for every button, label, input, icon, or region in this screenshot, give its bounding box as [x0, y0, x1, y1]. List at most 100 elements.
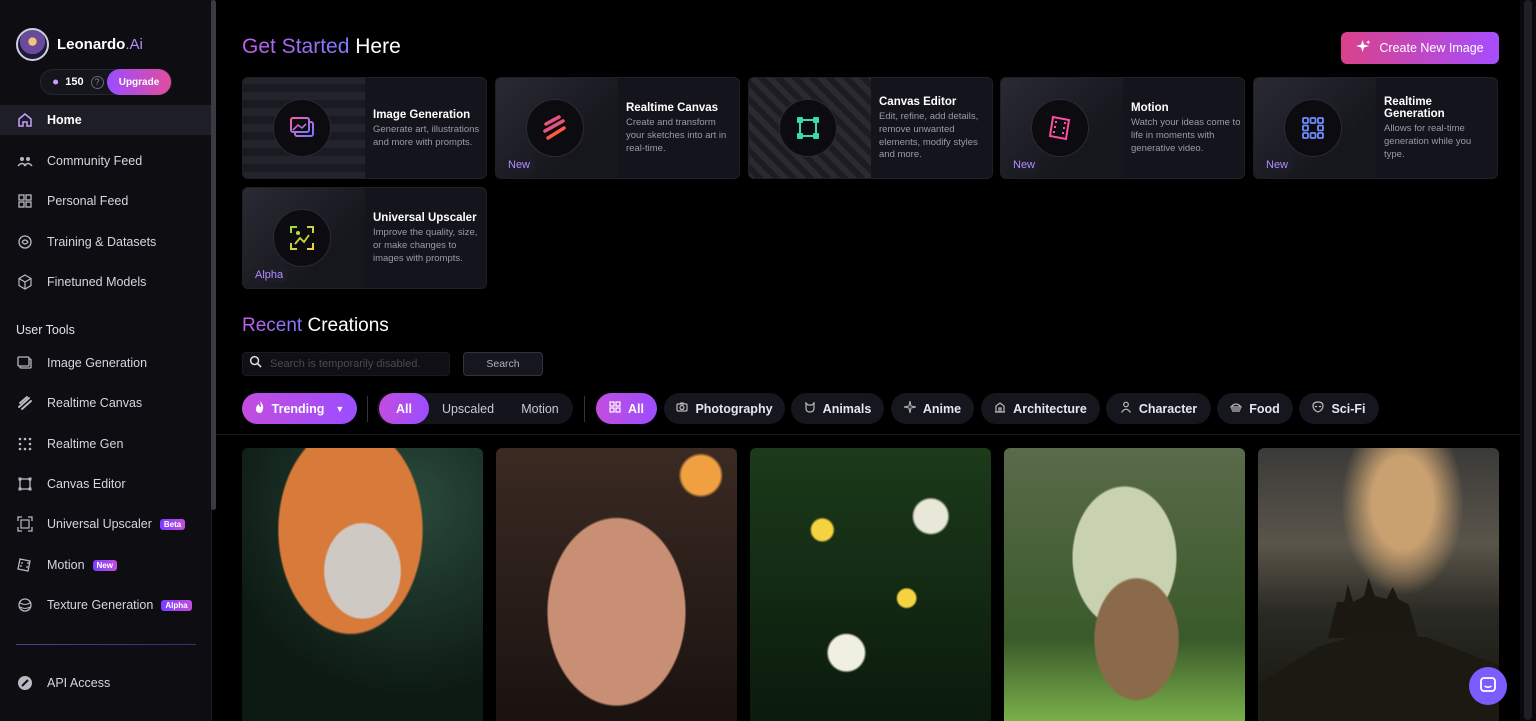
- card-description: Create and transform your sketches into …: [626, 117, 727, 154]
- sparkle-icon: [1356, 39, 1371, 57]
- feature-card-image-generation[interactable]: Image Generation Generate art, illustrat…: [242, 77, 487, 179]
- sidebar-item-texture-generation[interactable]: Texture Generation Alpha: [0, 590, 211, 620]
- type-filter-all[interactable]: All: [379, 393, 429, 424]
- grid-icon: [609, 401, 621, 416]
- upgrade-button[interactable]: Upgrade: [107, 69, 171, 95]
- hill-silhouette: [1258, 632, 1499, 721]
- grid-icon: [17, 193, 33, 209]
- card-text: Realtime Generation Allows for real-time…: [1384, 78, 1494, 178]
- category-animals[interactable]: Animals: [791, 393, 884, 424]
- sidebar-item-api-access[interactable]: API Access: [0, 668, 211, 698]
- feature-card-motion[interactable]: Motion Watch your ideas come to life in …: [1000, 77, 1245, 179]
- content-divider: [216, 434, 1536, 435]
- brand-name: Leonardo.Ai: [57, 36, 143, 53]
- sidebar-item-home[interactable]: Home: [0, 105, 211, 135]
- search-icon: [249, 355, 262, 373]
- search-box[interactable]: [242, 352, 450, 376]
- sidebar-item-realtime-gen[interactable]: Realtime Gen: [0, 429, 211, 459]
- category-label: Photography: [695, 401, 773, 416]
- help-icon[interactable]: ?: [90, 75, 104, 89]
- sparkle-icon: [903, 400, 916, 416]
- creation-image-daisies[interactable]: [750, 448, 991, 721]
- search-button[interactable]: Search: [463, 352, 543, 376]
- recent-creations-title: Recent Creations: [242, 315, 389, 336]
- token-icon: ⚫: [51, 76, 61, 89]
- sidebar-item-realtime-canvas[interactable]: Realtime Canvas: [0, 388, 211, 418]
- sidebar-item-label: Motion: [47, 558, 85, 572]
- feature-card-realtime-generation[interactable]: Realtime Generation Allows for real-time…: [1253, 77, 1498, 179]
- category-label: Anime: [922, 401, 962, 416]
- brush-icon: [17, 395, 33, 411]
- creation-image-fantasy-woman[interactable]: [242, 448, 483, 721]
- category-architecture[interactable]: Architecture: [981, 393, 1100, 424]
- sidebar-item-label: Finetuned Models: [47, 275, 147, 289]
- sidebar-divider: [16, 644, 196, 645]
- sort-label: Trending: [271, 401, 325, 416]
- card-text: Canvas Editor Edit, refine, add details,…: [879, 78, 989, 178]
- card-text: Motion Watch your ideas come to life in …: [1131, 78, 1241, 178]
- upscaler-icon: [273, 209, 331, 267]
- canvas-icon: [17, 476, 33, 492]
- texture-icon: [17, 597, 33, 613]
- card-description: Generate art, illustrations and more wit…: [373, 123, 480, 148]
- category-food[interactable]: Food: [1217, 393, 1293, 424]
- filter-divider: [584, 396, 585, 422]
- page-scrollbar[interactable]: [1520, 0, 1536, 721]
- search-input[interactable]: [270, 358, 440, 370]
- sidebar-item-label: Canvas Editor: [47, 477, 126, 491]
- scrollbar-thumb[interactable]: [1524, 0, 1532, 720]
- new-tag: New: [1262, 158, 1293, 172]
- new-badge: New: [92, 559, 117, 571]
- category-sci-fi[interactable]: Sci-Fi: [1299, 393, 1379, 424]
- sidebar-item-canvas-editor[interactable]: Canvas Editor: [0, 469, 211, 499]
- creation-image-castle[interactable]: [1258, 448, 1499, 721]
- category-photography[interactable]: Photography: [664, 393, 785, 424]
- feature-card-realtime-canvas[interactable]: Realtime Canvas Create and transform you…: [495, 77, 740, 179]
- category-character[interactable]: Character: [1106, 393, 1211, 424]
- sidebar: Leonardo.Ai ⚫ 150 ? Upgrade Home Communi…: [0, 0, 212, 721]
- sidebar-item-training[interactable]: Training & Datasets: [0, 227, 211, 257]
- sidebar-item-label: Home: [47, 113, 82, 127]
- category-label: Character: [1138, 401, 1198, 416]
- alien-icon: [1312, 401, 1325, 416]
- card-text: Universal Upscaler Improve the quality, …: [373, 188, 483, 288]
- sidebar-item-personal-feed[interactable]: Personal Feed: [0, 186, 211, 216]
- castle-silhouette: [1328, 578, 1418, 638]
- sidebar-item-label: Community Feed: [47, 154, 143, 168]
- training-icon: [17, 234, 33, 250]
- type-filter-motion[interactable]: Motion: [507, 393, 573, 424]
- sidebar-item-image-generation[interactable]: Image Generation: [0, 348, 211, 378]
- feature-card-universal-upscaler[interactable]: Universal Upscaler Improve the quality, …: [242, 187, 487, 289]
- category-label: Animals: [822, 401, 872, 416]
- category-all[interactable]: All: [596, 393, 657, 424]
- sidebar-item-finetuned-models[interactable]: Finetuned Models: [0, 267, 211, 297]
- card-title: Motion: [1131, 102, 1169, 115]
- feature-card-canvas-editor[interactable]: Canvas Editor Edit, refine, add details,…: [748, 77, 993, 179]
- new-tag: New: [504, 158, 535, 172]
- type-filter-upscaled[interactable]: Upscaled: [434, 393, 502, 424]
- category-label: Architecture: [1013, 401, 1087, 416]
- chat-icon: [1479, 676, 1497, 697]
- sidebar-item-label: API Access: [47, 676, 111, 690]
- motion-icon: [17, 557, 33, 573]
- card-description: Allows for real-time generation while yo…: [1384, 123, 1472, 160]
- chat-support-button[interactable]: [1469, 667, 1507, 705]
- image-gen-icon: [273, 99, 331, 157]
- creation-image-rabbit[interactable]: [1004, 448, 1245, 721]
- community-icon: [17, 153, 33, 169]
- filter-divider: [367, 396, 368, 422]
- realtime-gen-icon: [17, 436, 33, 452]
- film-icon: [1031, 99, 1089, 157]
- sidebar-item-universal-upscaler[interactable]: Universal Upscaler Beta: [0, 509, 211, 539]
- brand[interactable]: Leonardo.Ai: [16, 28, 143, 61]
- sidebar-item-motion[interactable]: Motion New: [0, 550, 211, 580]
- sidebar-item-community-feed[interactable]: Community Feed: [0, 146, 211, 176]
- chevron-down-icon: ▼: [335, 403, 345, 414]
- category-anime[interactable]: Anime: [891, 393, 974, 424]
- sort-dropdown[interactable]: Trending ▼: [242, 393, 357, 424]
- credit-count: 150: [65, 76, 84, 88]
- user-avatar[interactable]: [16, 28, 49, 61]
- create-new-image-button[interactable]: Create New Image: [1341, 32, 1499, 64]
- creation-image-glitter-face[interactable]: [496, 448, 737, 721]
- image-gen-icon: [17, 355, 33, 371]
